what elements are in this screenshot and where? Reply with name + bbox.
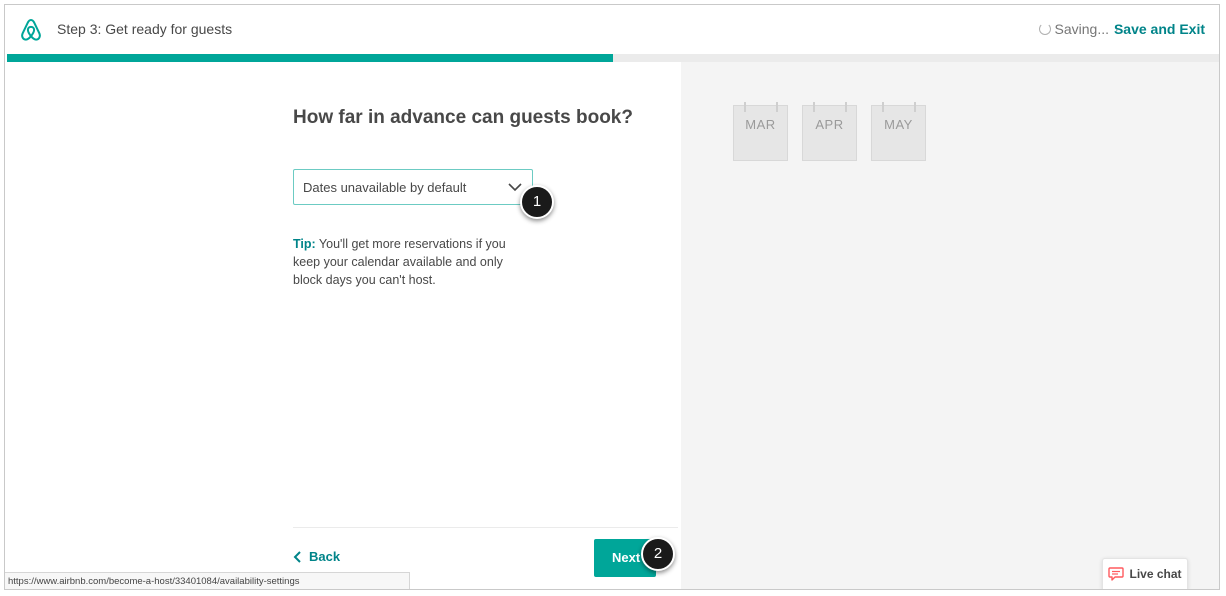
calendar-card-mar: MAR [733,102,788,161]
calendar-ring-icon [845,102,847,112]
chat-bubble-icon [1108,567,1125,581]
live-chat-button[interactable]: Live chat [1102,558,1188,589]
select-value: Dates unavailable by default [303,180,467,195]
calendar-month-label: APR [815,117,844,132]
top-bar: Step 3: Get ready for guests Saving... ·… [5,5,1219,55]
live-chat-label: Live chat [1129,567,1182,581]
advance-booking-select[interactable]: Dates unavailable by default [293,169,533,205]
preview-panel: MAR APR MAY [681,62,1219,589]
calendar-card-may: MAY [871,102,926,161]
saving-text: Saving... [1054,21,1109,37]
calendar-ring-icon [744,102,746,112]
tip-body: You'll get more reservations if you keep… [293,237,506,287]
back-button[interactable]: Back [293,549,340,564]
calendar-card-apr: APR [802,102,857,161]
chevron-left-icon [293,550,301,563]
browser-viewport: Step 3: Get ready for guests Saving... ·… [4,4,1220,590]
saving-status: Saving... [1038,21,1109,37]
step-title: Step 3: Get ready for guests [57,21,233,37]
annotation-badge-2: 2 [641,537,675,571]
progress-bar [7,54,1219,62]
annotation-badge-1: 1 [520,185,554,219]
page-title: How far in advance can guests book? [293,107,633,128]
progress-bar-fill [7,54,613,62]
calendar-ring-icon [813,102,815,112]
tip-label: Tip: [293,237,316,251]
browser-status-bar: https://www.airbnb.com/become-a-host/334… [5,572,410,589]
calendar-ring-icon [882,102,884,112]
footer-divider [293,527,678,528]
spinner-icon [1038,23,1051,35]
calendar-ring-icon [914,102,916,112]
calendar-month-label: MAR [745,117,776,132]
back-label: Back [309,549,341,564]
calendar-ring-icon [776,102,778,112]
chevron-down-icon [508,183,522,192]
tip-text: Tip: You'll get more reservations if you… [293,235,523,289]
save-and-exit-link[interactable]: Save and Exit [1114,21,1205,37]
calendar-month-label: MAY [884,117,913,132]
airbnb-logo-icon[interactable] [19,17,43,43]
